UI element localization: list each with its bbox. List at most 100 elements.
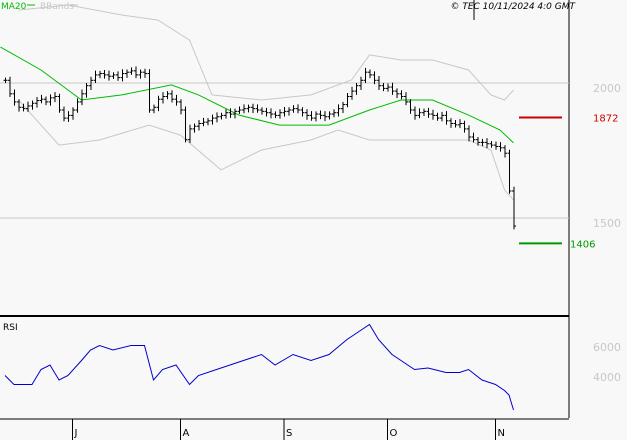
price-bar	[498, 142, 503, 152]
price-bar	[39, 94, 44, 104]
price-bar	[296, 104, 300, 114]
x-tick-label: A	[183, 428, 190, 439]
price-bar	[350, 86, 354, 100]
price-bar	[399, 90, 404, 100]
price-bar	[30, 100, 35, 110]
x-tick-label: S	[286, 428, 292, 439]
price-bar	[129, 67, 134, 75]
price-bar	[309, 111, 314, 121]
price-bar	[341, 101, 345, 113]
price-bar	[345, 92, 350, 108]
price-bar	[152, 104, 156, 114]
price-bar	[75, 98, 80, 113]
price-bar	[255, 104, 260, 113]
price-bar	[260, 107, 264, 115]
price-bar	[219, 112, 224, 120]
price-bar	[471, 132, 476, 143]
price-bar	[48, 94, 53, 106]
price-bar	[102, 70, 107, 79]
price-bar	[134, 66, 138, 79]
price-bar	[206, 118, 210, 126]
x-tick-label: O	[390, 428, 398, 439]
price-bar	[188, 124, 192, 143]
rsi-label: RSI	[3, 323, 18, 333]
price-bar	[17, 99, 21, 112]
price-bar	[485, 138, 489, 149]
price-bar	[368, 69, 372, 79]
price-bar	[215, 112, 219, 123]
price-bar	[246, 104, 251, 113]
price-bar	[278, 109, 282, 119]
price-bar	[242, 104, 246, 114]
price-bar	[107, 70, 111, 81]
price-bar	[462, 120, 467, 133]
price-bar	[489, 141, 494, 148]
price-bar	[84, 83, 89, 98]
price-bar	[336, 104, 341, 117]
price-bar	[210, 114, 215, 125]
price-bar	[507, 149, 512, 194]
price-bar	[404, 92, 408, 106]
rsi-line	[4, 323, 514, 411]
price-bar	[8, 76, 12, 98]
price-bar	[305, 109, 309, 120]
price-tick-label: 2000	[593, 82, 621, 95]
price-bar	[300, 107, 305, 117]
legend-ma20: MA20	[1, 2, 27, 12]
price-bar	[354, 83, 359, 95]
price-bar	[363, 67, 368, 83]
price-bar	[269, 108, 273, 119]
price-bar	[503, 145, 507, 158]
price-bar	[251, 103, 255, 113]
price-bar	[440, 111, 444, 122]
price-bar	[386, 83, 390, 92]
price-bar	[120, 69, 125, 82]
price-bar	[98, 70, 102, 79]
price-bar	[44, 96, 48, 106]
price-bar	[417, 108, 422, 119]
price-bar	[435, 112, 440, 121]
price-bar	[71, 107, 75, 120]
price-bar	[327, 111, 332, 120]
price-bar	[332, 109, 336, 118]
price-bar	[314, 111, 318, 122]
price-bar	[318, 110, 323, 120]
price-bar	[192, 123, 197, 133]
copyright: © TEC 10/11/2024 4:0 GMT	[450, 2, 576, 12]
price-bar	[282, 107, 287, 117]
price-bar	[395, 88, 399, 99]
price-bar	[143, 68, 147, 78]
price-bar	[62, 106, 66, 122]
price-tick-label: 1500	[593, 217, 621, 230]
price-bar	[156, 95, 161, 112]
rsi-tick-label: 6000	[593, 341, 621, 354]
price-bar	[264, 107, 269, 117]
bb-upper-line	[18, 4, 514, 101]
price-bar	[66, 111, 71, 122]
price-bar	[494, 141, 498, 150]
price-bar	[224, 109, 228, 119]
price-bar	[237, 106, 242, 115]
price-bar	[170, 90, 174, 103]
price-bar	[165, 91, 170, 100]
price-bar	[444, 111, 449, 125]
price-bar	[183, 106, 188, 143]
price-bar	[161, 92, 165, 104]
price-bar	[431, 109, 435, 120]
price-bar	[381, 83, 386, 92]
price-bar	[3, 77, 8, 83]
price-bar	[323, 111, 327, 122]
price-bar	[147, 69, 152, 113]
price-bar	[422, 108, 426, 116]
price-bar	[111, 72, 116, 79]
price-bar	[197, 119, 201, 131]
price-bar	[35, 97, 39, 108]
price-bar	[93, 70, 98, 83]
price-bar	[138, 69, 143, 79]
price-bar	[12, 89, 17, 106]
price-bar	[273, 111, 278, 119]
price-bar	[57, 93, 62, 113]
x-tick-label: J	[74, 428, 78, 439]
price-bar	[179, 99, 183, 115]
stock-chart: 2000 1500 6000 4000 1872 1406 J A S O N MA20 BBand…	[0, 0, 621, 440]
